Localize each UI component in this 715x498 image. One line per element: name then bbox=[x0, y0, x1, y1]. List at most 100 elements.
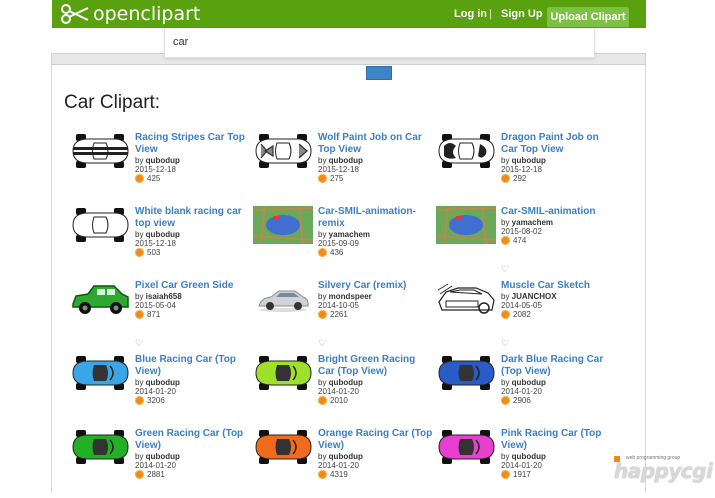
download-count: 2010 bbox=[330, 396, 348, 405]
clipart-card: Silvery Car (remix) by mondspeer 2014-10-0… bbox=[253, 280, 433, 350]
logo-text: openclipart bbox=[93, 3, 201, 25]
clipart-title-link[interactable]: Racing Stripes Car Top View bbox=[135, 132, 250, 156]
clipart-thumbnail[interactable] bbox=[436, 280, 496, 318]
nav-separator: | bbox=[489, 8, 492, 20]
clipart-title-link[interactable]: Bright Green Racing Car (Top View) bbox=[318, 354, 433, 378]
search-box bbox=[164, 28, 595, 58]
clipart-author: by qubodup bbox=[135, 156, 180, 165]
clipart-thumbnail[interactable] bbox=[70, 132, 130, 170]
scissors-icon bbox=[61, 4, 89, 24]
clipart-thumbnail[interactable] bbox=[253, 132, 313, 170]
download-count-icon bbox=[318, 470, 327, 479]
clipart-title-link[interactable]: Car-SMIL-animation-remix bbox=[318, 206, 433, 230]
download-count: 1917 bbox=[513, 470, 531, 479]
download-count: 871 bbox=[147, 310, 161, 319]
clipart-title-link[interactable]: Dark Blue Racing Car (Top View) bbox=[501, 354, 616, 378]
watermark: web programming group happycgi bbox=[614, 455, 713, 483]
download-count-icon bbox=[318, 396, 327, 405]
clipart-card: Pixel Car Green Side by isaiah658 2015-05-… bbox=[70, 280, 250, 350]
download-count-icon bbox=[318, 174, 327, 183]
clipart-title-link[interactable]: Dragon Paint Job on Car Top View bbox=[501, 132, 616, 156]
search-input[interactable] bbox=[173, 34, 573, 50]
clipart-card: White blank racing car top view by qubodu… bbox=[70, 206, 250, 276]
author-name-link[interactable]: qubodup bbox=[329, 452, 363, 461]
clipart-title-link[interactable]: Muscle Car Sketch bbox=[501, 280, 616, 292]
clipart-card: Blue Racing Car (Top View) by qubodup 2014… bbox=[70, 354, 250, 424]
clipart-date: 2015-08-02 bbox=[501, 227, 542, 236]
download-count-icon bbox=[135, 174, 144, 183]
signup-link[interactable]: Sign Up bbox=[501, 8, 543, 20]
download-count-icon bbox=[318, 248, 327, 257]
download-count: 425 bbox=[147, 174, 161, 183]
clipart-thumbnail[interactable] bbox=[436, 354, 496, 392]
clipart-author: by yamachem bbox=[501, 218, 554, 227]
download-count: 436 bbox=[330, 248, 344, 257]
download-count: 275 bbox=[330, 174, 344, 183]
slider-handle[interactable] bbox=[366, 66, 392, 80]
clipart-title-link[interactable]: White blank racing car top view bbox=[135, 206, 250, 230]
clipart-thumbnail[interactable] bbox=[252, 205, 314, 245]
watermark-logo-text: happycgi bbox=[614, 459, 713, 483]
download-count: 3206 bbox=[147, 396, 165, 405]
clipart-thumbnail[interactable] bbox=[253, 428, 313, 466]
author-name-link[interactable]: yamachem bbox=[329, 230, 370, 239]
download-count: 292 bbox=[513, 174, 527, 183]
clipart-author: by qubodup bbox=[318, 378, 363, 387]
clipart-author: by qubodup bbox=[135, 452, 180, 461]
clipart-author: by JUANCHOX bbox=[501, 292, 557, 301]
clipart-downloads: 275 bbox=[318, 174, 343, 183]
clipart-date: 2015-12-18 bbox=[135, 239, 176, 248]
login-link[interactable]: Log in bbox=[454, 8, 487, 20]
site-logo[interactable]: openclipart bbox=[60, 2, 200, 26]
download-count-icon bbox=[501, 174, 510, 183]
clipart-title-link[interactable]: Car-SMIL-animation bbox=[501, 206, 616, 218]
favorite-heart-icon[interactable]: ♡ bbox=[501, 338, 509, 349]
clipart-date: 2014-01-20 bbox=[135, 387, 176, 396]
clipart-title-link[interactable]: Silvery Car (remix) bbox=[318, 280, 433, 292]
clipart-thumbnail[interactable] bbox=[70, 354, 130, 392]
author-name-link[interactable]: mondspeer bbox=[329, 292, 372, 301]
author-name-link[interactable]: qubodup bbox=[329, 156, 363, 165]
clipart-thumbnail[interactable] bbox=[70, 206, 130, 244]
author-name-link[interactable]: isaiah658 bbox=[146, 292, 182, 301]
clipart-title-link[interactable]: Green Racing Car (Top View) bbox=[135, 428, 250, 452]
favorite-heart-icon[interactable]: ♡ bbox=[318, 338, 326, 349]
clipart-thumbnail[interactable] bbox=[70, 280, 130, 318]
author-name-link[interactable]: yamachem bbox=[512, 218, 553, 227]
author-name-link[interactable]: qubodup bbox=[146, 378, 180, 387]
favorite-heart-icon[interactable]: ♡ bbox=[135, 338, 143, 349]
clipart-title-link[interactable]: Pixel Car Green Side bbox=[135, 280, 250, 292]
author-name-link[interactable]: qubodup bbox=[146, 452, 180, 461]
clipart-title-link[interactable]: Blue Racing Car (Top View) bbox=[135, 354, 250, 378]
author-name-link[interactable]: qubodup bbox=[146, 156, 180, 165]
author-name-link[interactable]: qubodup bbox=[512, 452, 546, 461]
clipart-date: 2014-01-20 bbox=[318, 461, 359, 470]
clipart-title-link[interactable]: Orange Racing Car (Top View) bbox=[318, 428, 433, 452]
clipart-card: Car-SMIL-animation by yamachem 2015-08-02 4… bbox=[435, 205, 616, 276]
clipart-card: Racing Stripes Car Top View by qubodup 201… bbox=[70, 132, 250, 202]
download-count: 2082 bbox=[513, 310, 531, 319]
clipart-title-link[interactable]: Wolf Paint Job on Car Top View bbox=[318, 132, 433, 156]
clipart-date: 2014-10-05 bbox=[318, 301, 359, 310]
clipart-thumbnail[interactable] bbox=[253, 280, 313, 318]
author-name-link[interactable]: qubodup bbox=[512, 156, 546, 165]
author-name-link[interactable]: qubodup bbox=[512, 378, 546, 387]
clipart-date: 2014-01-20 bbox=[318, 387, 359, 396]
clipart-thumbnail[interactable] bbox=[436, 428, 496, 466]
clipart-date: 2014-05-05 bbox=[501, 301, 542, 310]
clipart-thumbnail[interactable] bbox=[70, 428, 130, 466]
clipart-date: 2015-05-04 bbox=[135, 301, 176, 310]
clipart-thumbnail[interactable] bbox=[436, 132, 496, 170]
clipart-downloads: 503 bbox=[135, 248, 160, 257]
author-name-link[interactable]: JUANCHOX bbox=[512, 292, 557, 301]
upload-clipart-button[interactable]: Upload Clipart bbox=[547, 7, 629, 27]
author-name-link[interactable]: qubodup bbox=[146, 230, 180, 239]
clipart-date: 2014-01-20 bbox=[501, 461, 542, 470]
clipart-title-link[interactable]: Pink Racing Car (Top View) bbox=[501, 428, 616, 452]
favorite-heart-icon[interactable]: ♡ bbox=[501, 264, 509, 275]
author-name-link[interactable]: qubodup bbox=[329, 378, 363, 387]
clipart-downloads: 2010 bbox=[318, 396, 348, 405]
clipart-thumbnail[interactable] bbox=[253, 354, 313, 392]
clipart-thumbnail[interactable] bbox=[435, 205, 497, 245]
clipart-author: by qubodup bbox=[318, 156, 363, 165]
